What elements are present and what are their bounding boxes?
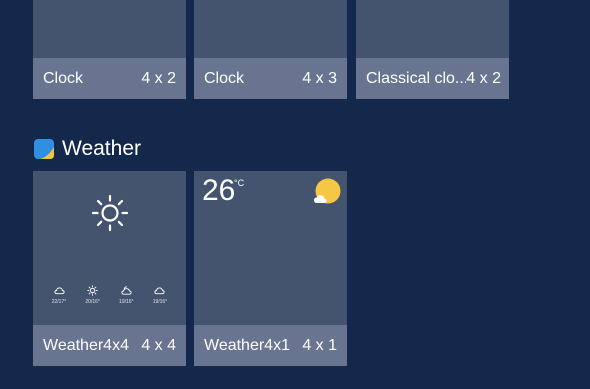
- section-header-weather: Weather: [34, 137, 141, 161]
- partly-cloudy-icon: [121, 286, 132, 295]
- forecast-temp: 20/16°: [85, 299, 100, 305]
- widget-name: Classical clo...: [366, 69, 466, 87]
- forecast-temp: 19/16°: [119, 299, 134, 305]
- cloud-icon: [154, 287, 166, 295]
- widget-name: Clock: [204, 69, 245, 87]
- current-temperature: 26: [202, 174, 236, 207]
- widget-name: Clock: [43, 69, 84, 87]
- widget-label-bar: Clock 4 x 3: [194, 58, 347, 99]
- forecast-day: 22/17°: [43, 285, 75, 305]
- sun-icon: [87, 285, 98, 296]
- forecast-temp: 19/16°: [152, 299, 168, 305]
- widget-label-bar: Weather4x4 4 x 4: [33, 325, 186, 366]
- widget-name: Weather4x1: [204, 336, 290, 354]
- widget-classical-clock[interactable]: Classical clo... 4 x 2: [356, 0, 509, 99]
- widget-size: 4 x 1: [302, 336, 337, 354]
- widget-clock-4x2[interactable]: Clock 4 x 2: [33, 0, 186, 99]
- widget-weather-4x4[interactable]: 22/17° 20/16° 19/16° 19/16° Weather4x4 4…: [33, 171, 186, 366]
- widget-size: 4 x 4: [141, 336, 176, 354]
- temperature-unit: °C: [234, 178, 245, 188]
- cloud-icon: [53, 287, 65, 295]
- widget-clock-4x3[interactable]: Clock 4 x 3: [194, 0, 347, 99]
- weather-app-icon: [34, 139, 54, 159]
- widget-label-bar: Classical clo... 4 x 2: [356, 58, 509, 99]
- widget-label-bar: Weather4x1 4 x 1: [194, 325, 347, 366]
- forecast-day: 19/16°: [110, 285, 142, 305]
- forecast-day: 20/16°: [77, 285, 109, 305]
- widget-size: 4 x 2: [141, 69, 176, 87]
- sun-icon: [91, 194, 129, 232]
- widget-label-bar: Clock 4 x 2: [33, 58, 186, 99]
- widget-name: Weather4x4: [43, 336, 129, 354]
- widget-size: 4 x 3: [302, 69, 337, 87]
- widget-weather-4x1[interactable]: 26 °C Weather4x1 4 x 1: [194, 171, 347, 366]
- sun-behind-cloud-icon: [314, 178, 341, 204]
- widget-size: 4 x 2: [466, 69, 501, 87]
- forecast-day: 19/16°: [144, 285, 176, 305]
- forecast-row: 22/17° 20/16° 19/16° 19/16°: [43, 285, 176, 305]
- forecast-temp: 22/17°: [51, 299, 67, 305]
- section-title: Weather: [62, 137, 141, 160]
